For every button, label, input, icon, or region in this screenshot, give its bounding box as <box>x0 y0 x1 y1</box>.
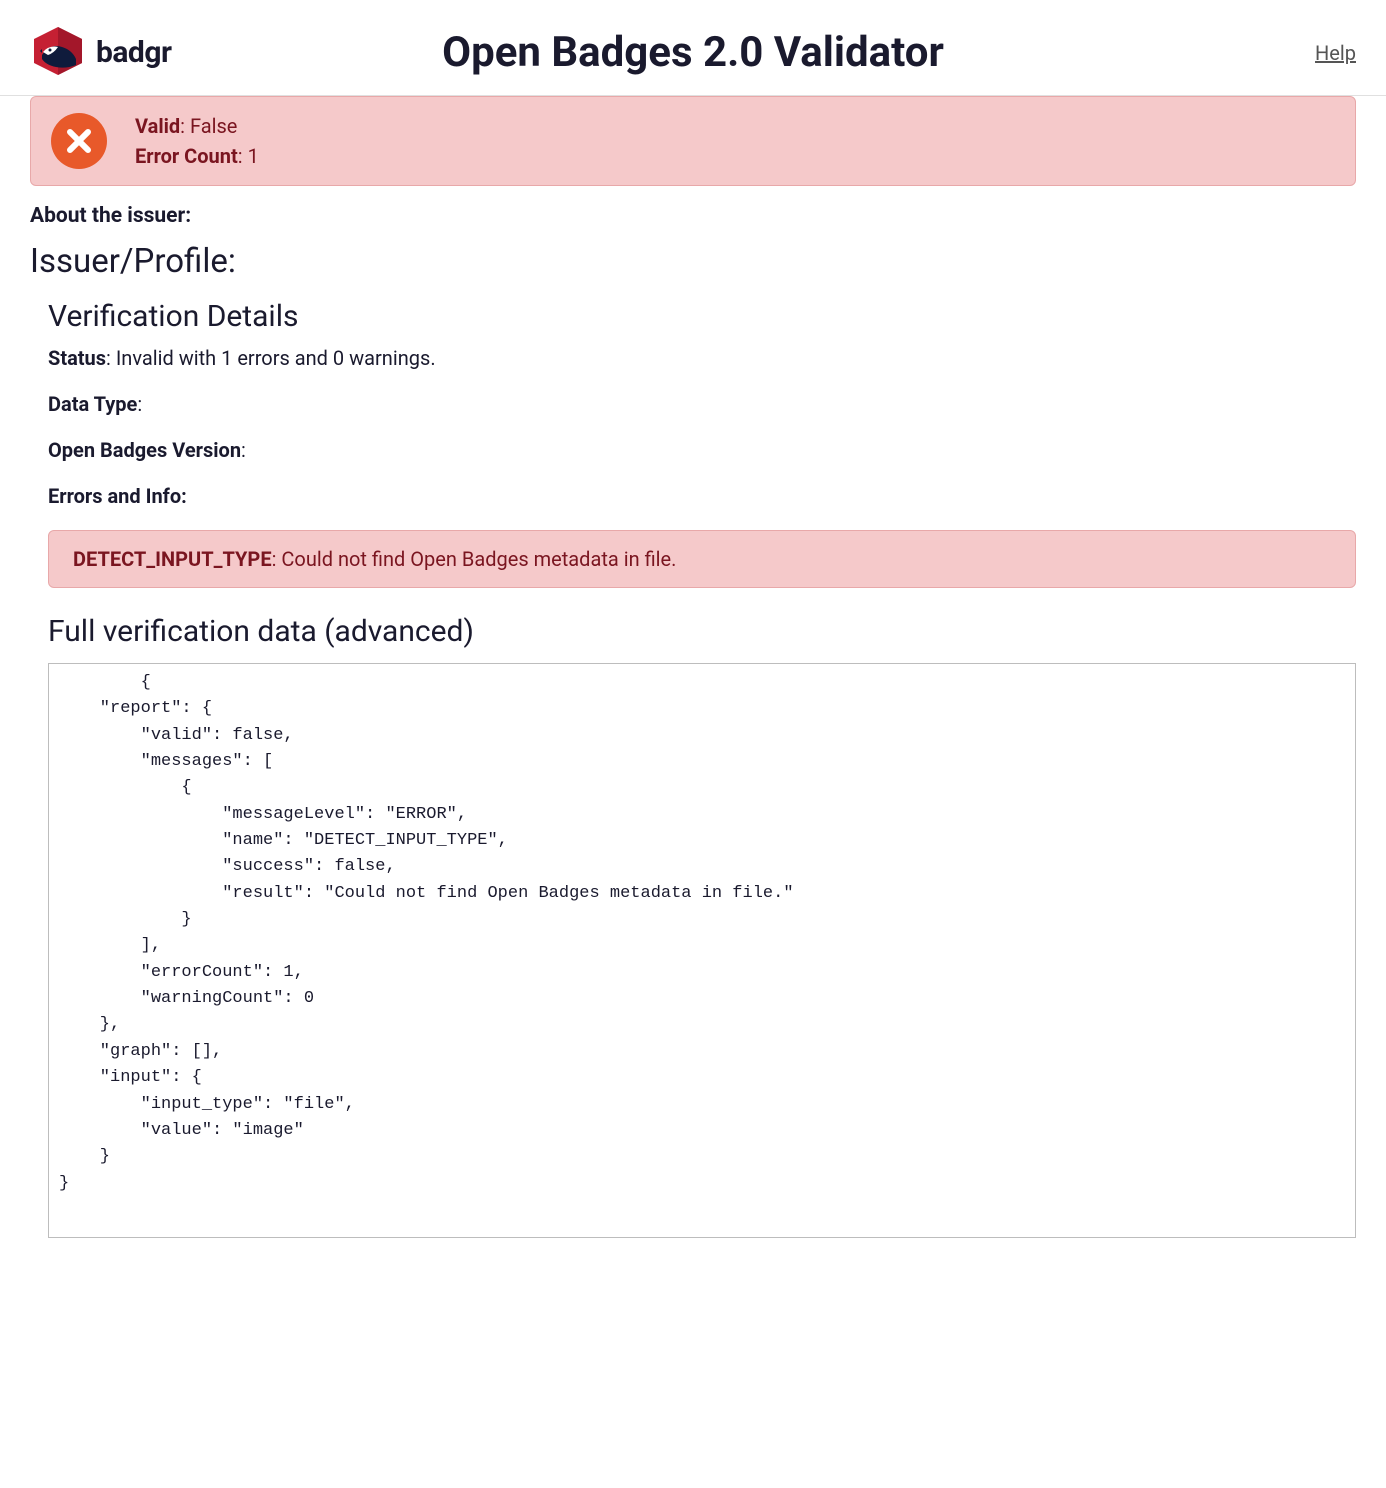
badgr-logo-icon <box>30 25 86 81</box>
valid-label: Valid <box>135 114 180 138</box>
errors-info-label: Errors and Info: <box>48 484 187 508</box>
about-heading: About the issuer: <box>30 204 1356 228</box>
error-icon <box>51 113 107 169</box>
validation-alert: Valid: False Error Count: 1 <box>30 96 1356 186</box>
error-name: DETECT_INPUT_TYPE <box>73 547 272 571</box>
alert-text: Valid: False Error Count: 1 <box>135 111 259 171</box>
ob-version-line: Open Badges Version: <box>48 438 1356 462</box>
verification-heading: Verification Details <box>48 299 1356 334</box>
status-line: Status: Invalid with 1 errors and 0 warn… <box>48 346 1356 370</box>
verification-section: Verification Details Status: Invalid wit… <box>30 299 1356 1238</box>
error-message: Could not find Open Badges metadata in f… <box>281 547 676 571</box>
logo[interactable]: badgr <box>30 25 171 81</box>
help-link[interactable]: Help <box>1315 41 1356 65</box>
valid-value: False <box>190 114 237 138</box>
verification-data-code: { "report": { "valid": false, "messages"… <box>48 663 1356 1238</box>
status-label: Status <box>48 346 106 370</box>
issuer-heading: Issuer/Profile: <box>30 242 1356 281</box>
content: About the issuer: Issuer/Profile: Verifi… <box>0 186 1386 1268</box>
ob-version-label: Open Badges Version <box>48 438 241 462</box>
page-title: Open Badges 2.0 Validator <box>30 28 1356 77</box>
advanced-heading: Full verification data (advanced) <box>48 614 1356 649</box>
errors-info-line: Errors and Info: <box>48 484 1356 508</box>
error-count-label: Error Count <box>135 144 238 168</box>
status-value: Invalid with 1 errors and 0 warnings. <box>116 346 436 370</box>
logo-text: badgr <box>96 35 171 70</box>
error-message-box: DETECT_INPUT_TYPE: Could not find Open B… <box>48 530 1356 588</box>
header: badgr Open Badges 2.0 Validator Help <box>0 0 1386 96</box>
data-type-label: Data Type <box>48 392 137 416</box>
data-type-line: Data Type: <box>48 392 1356 416</box>
error-count-value: 1 <box>248 144 259 168</box>
page-bottom-whitespace <box>0 1268 1386 1488</box>
